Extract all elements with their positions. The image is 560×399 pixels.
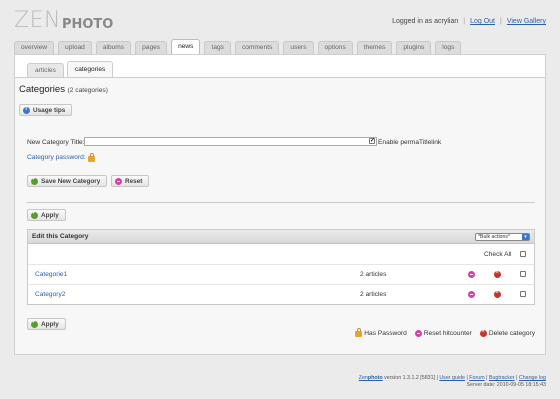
footer: Zenphoto version 1.3.1.2 [5831] | User g… [359,375,546,388]
lock-icon[interactable] [88,153,95,162]
subtab-articles[interactable]: articles [27,63,64,77]
main-tabs: overview upload albums pages news tags c… [14,39,462,54]
legend-reset-hitcounter: Reset hitcounter [414,330,472,337]
bulk-actions-select[interactable]: *Bulk actions* ▾ [475,232,530,241]
tab-pages[interactable]: pages [135,41,168,54]
category-title-label: New Category Title: [27,139,85,146]
footer-version-line: Zenphoto version 1.3.1.2 [5831] | User g… [358,375,546,381]
category-link[interactable]: Categorie1 [35,271,67,278]
reset-button[interactable]: Reset [111,175,150,187]
tab-overview[interactable]: overview [14,41,55,54]
check-all-row: Check All [28,244,534,264]
legend-reset-hitcounter-label: Reset hitcounter [423,330,472,337]
zenphoto-link[interactable]: Zenphoto [359,375,383,381]
bulk-actions-value: *Bulk actions* [478,233,511,240]
icon-legend: Has Password Reset hitcounter Delete cat… [355,327,535,337]
zenphoto-logo[interactable]: ZEN PHOTO [14,8,114,33]
permalink-checkbox[interactable] [369,137,375,144]
reset-icon [414,330,422,337]
page-title-text: Categories [19,84,65,95]
bugtracker-link[interactable]: Bugtracker [489,375,515,381]
save-category-label: Save New Category [41,177,101,185]
footer-brand-zen: Zen [358,375,368,381]
changelog-link[interactable]: Change log [519,375,546,381]
check-all-checkbox[interactable] [520,251,526,257]
legend-delete-category-label: Delete category [488,330,535,337]
usage-tips-button[interactable]: Usage tips [19,104,73,116]
tab-comments[interactable]: comments [234,41,280,54]
delete-icon [479,328,487,337]
usage-tips-label: Usage tips [33,106,66,114]
apply-label: Apply [41,320,59,328]
reset-label: Reset [125,177,143,185]
reset-icon [115,177,122,185]
page-title: Categories (2 categories) [19,84,108,95]
main-panel: articles categories Categories (2 catego… [14,54,546,355]
info-icon [23,106,30,114]
save-category-button[interactable]: Save New Category [27,175,108,187]
article-count: 2 articles [360,291,387,298]
tab-albums[interactable]: albums [95,41,132,54]
category-title-input[interactable] [84,137,377,146]
user-links: Logged in as acrylian | Log Out | View G… [392,18,546,25]
logo-zen: ZEN [14,8,61,33]
legend-delete-category: Delete category [479,328,535,337]
logo-photo: PHOTO [61,17,114,32]
lock-icon [355,327,363,337]
tab-logs[interactable]: logs [435,41,462,54]
separator: | [500,18,502,25]
separator: | [463,18,466,25]
delete-icon[interactable] [494,289,501,298]
subtab-categories[interactable]: categories [66,61,114,77]
row-checkbox[interactable] [520,271,526,277]
category-count: (2 categories) [67,87,108,94]
tab-tags[interactable]: tags [204,41,231,54]
table-row: Category2 2 articles [28,284,534,304]
permalink-label: Enable permaTitlelink [378,139,442,146]
delete-icon[interactable] [494,269,501,278]
forum-link[interactable]: Forum [469,375,484,381]
row-checkbox[interactable] [520,291,526,297]
table-row: Categorie1 2 articles [28,264,534,284]
legend-has-password: Has Password [355,327,407,337]
apply-label: Apply [41,211,59,219]
tab-themes[interactable]: themes [356,41,393,54]
tab-upload[interactable]: upload [58,41,92,54]
check-icon [31,210,38,219]
tab-options[interactable]: options [317,41,353,54]
sub-tabs: articles categories [27,61,114,77]
category-password-link[interactable]: Category password: [27,154,86,161]
divider [27,202,535,203]
tab-plugins[interactable]: plugins [396,41,432,54]
tab-news[interactable]: news [171,39,201,54]
logged-in-text: Logged in as acrylian [392,18,459,25]
version-text: version 1.3.1.2 [5831] [384,375,436,381]
apply-button-top[interactable]: Apply [27,209,66,221]
categories-content: Categories (2 categories) Usage tips New… [15,77,545,354]
reset-hitcounter-icon[interactable] [468,271,475,278]
reset-hitcounter-icon[interactable] [468,291,475,298]
table-header: Edit this Category *Bulk actions* ▾ [28,230,534,244]
check-all-label: Check All [484,251,512,258]
legend-has-password-label: Has Password [364,330,407,337]
logout-link[interactable]: Log Out [470,18,495,25]
server-date: Server date: 2010-09-05 18:15:43 [466,381,546,388]
categories-table: Edit this Category *Bulk actions* ▾ Chec… [27,229,535,305]
category-link[interactable]: Category2 [35,291,65,298]
article-count: 2 articles [360,271,387,278]
tab-users[interactable]: users [283,41,314,54]
check-icon [31,319,38,328]
footer-brand-photo: photo [367,375,383,381]
table-heading: Edit this Category [32,233,89,240]
apply-button-bottom[interactable]: Apply [27,318,66,330]
view-gallery-link[interactable]: View Gallery [507,18,546,25]
chevron-down-icon: ▾ [522,233,529,240]
check-icon [31,176,38,185]
user-guide-link[interactable]: User guide [439,375,465,381]
